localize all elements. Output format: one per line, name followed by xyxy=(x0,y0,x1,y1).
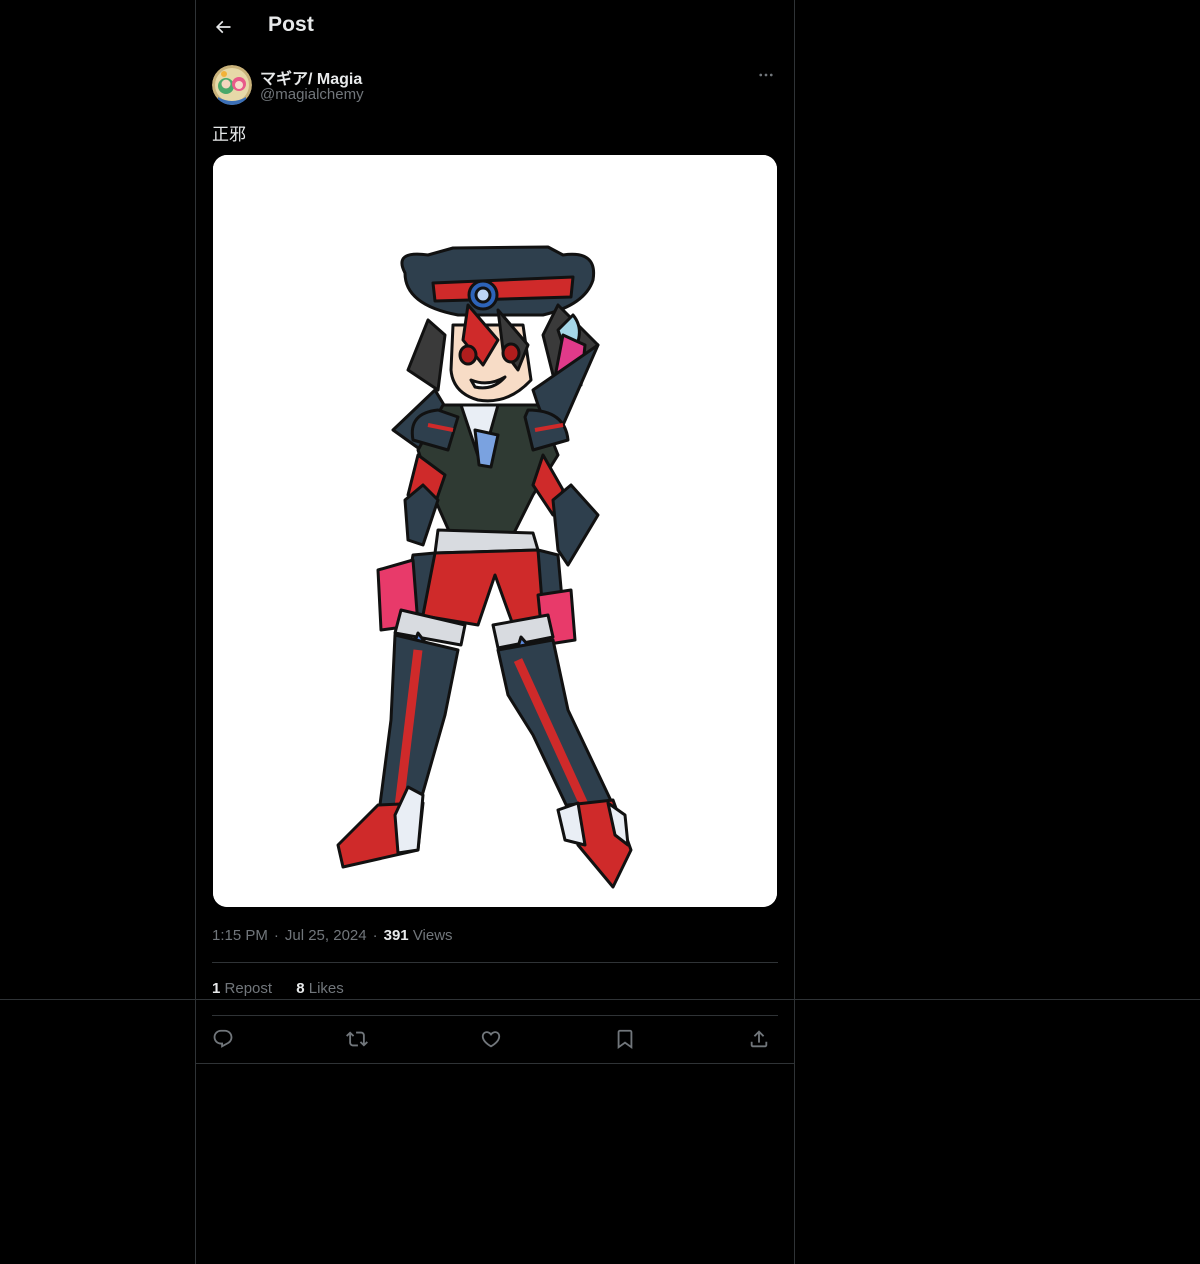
likes-label: Likes xyxy=(308,980,344,997)
meta-dot: · xyxy=(273,927,279,944)
illustration-image xyxy=(213,155,777,907)
post-time[interactable]: 1:15 PM xyxy=(212,927,268,944)
divider xyxy=(212,1015,778,1016)
divider xyxy=(212,962,778,963)
views-label: Views xyxy=(412,927,453,944)
bookmark-icon xyxy=(614,1028,636,1050)
repost-icon xyxy=(346,1028,368,1050)
post-date[interactable]: Jul 25, 2024 xyxy=(285,927,367,944)
main-column: Post マギア/ Magia @magialchemy 正邪 1:15 PM … xyxy=(195,0,795,1264)
share-button[interactable] xyxy=(744,1024,774,1054)
reply-icon xyxy=(212,1028,234,1050)
reposts-label: Repost xyxy=(224,980,273,997)
share-icon xyxy=(748,1028,770,1050)
reposts-stat[interactable]: 1 Repost xyxy=(212,980,272,997)
post-meta: 1:15 PM · Jul 25, 2024 · 391 Views xyxy=(212,927,453,944)
divider xyxy=(196,1063,794,1064)
post-text: 正邪 xyxy=(212,125,246,145)
action-bar xyxy=(212,1024,778,1054)
likes-count: 8 xyxy=(296,980,305,997)
heart-icon xyxy=(480,1028,502,1050)
repost-button[interactable] xyxy=(342,1024,372,1054)
likes-stat[interactable]: 8 Likes xyxy=(296,980,344,997)
top-bar: Post xyxy=(196,0,794,54)
reply-button[interactable] xyxy=(208,1024,238,1054)
avatar[interactable] xyxy=(212,65,252,105)
author-handle[interactable]: @magialchemy xyxy=(260,86,364,103)
arrow-left-icon xyxy=(213,17,233,37)
more-options-button[interactable] xyxy=(754,64,778,86)
bookmark-button[interactable] xyxy=(610,1024,640,1054)
post-media[interactable] xyxy=(213,155,777,907)
views-count: 391 xyxy=(383,927,409,944)
post-stats: 1 Repost 8 Likes xyxy=(212,980,364,997)
more-icon xyxy=(757,66,775,84)
page: Post マギア/ Magia @magialchemy 正邪 1:15 PM … xyxy=(0,0,1200,1264)
back-button[interactable] xyxy=(206,10,240,44)
reposts-count: 1 xyxy=(212,980,221,997)
post-author: マギア/ Magia @magialchemy xyxy=(212,64,778,108)
like-button[interactable] xyxy=(476,1024,506,1054)
page-title: Post xyxy=(268,13,314,36)
meta-dot: · xyxy=(372,927,378,944)
